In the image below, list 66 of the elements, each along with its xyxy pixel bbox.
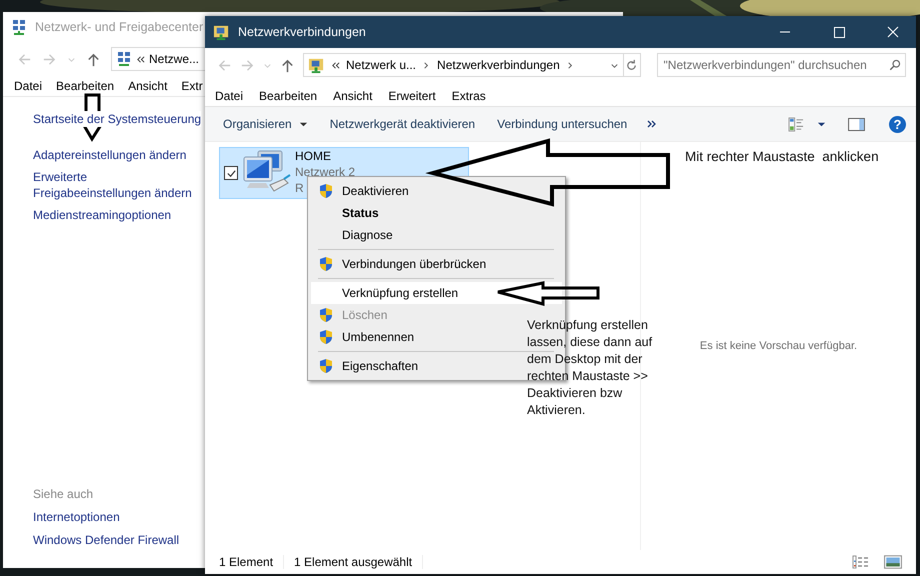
menu-item[interactable]: Ansicht: [128, 79, 168, 93]
double-chevron-icon: [136, 54, 145, 64]
status-text: 1 Element ausgewählt: [294, 555, 424, 569]
network-icon: [116, 51, 132, 67]
window-title: Netzwerkverbindungen: [238, 25, 366, 39]
network-name: Netzwerk 2: [295, 164, 356, 180]
menu-item[interactable]: Extr: [181, 79, 203, 93]
section-heading: Siehe auch: [33, 486, 94, 502]
menu-item[interactable]: Diagnose: [311, 224, 401, 246]
menu-item[interactable]: Umbenennen: [311, 326, 422, 348]
menu-item[interactable]: Datei: [14, 79, 42, 93]
sidebar-link[interactable]: Windows Defender Firewall: [33, 532, 208, 548]
shield-icon: [319, 358, 333, 374]
status-text: 1 Element: [219, 555, 284, 569]
menu-item[interactable]: Verbindungen überbrücken: [311, 253, 494, 275]
caret-icon: [298, 120, 308, 128]
sidebar-link[interactable]: Medienstreamingoptionen: [33, 207, 208, 223]
menu-item[interactable]: Bearbeiten: [259, 89, 318, 103]
network-icon: [11, 19, 27, 35]
menu-item[interactable]: Datei: [215, 89, 244, 103]
sidebar-link[interactable]: Erweiterte Freigabeeinstellungen ändern: [33, 169, 208, 201]
large-icons-view-icon[interactable]: [884, 555, 902, 569]
toolbar-button[interactable]: Organisieren: [213, 114, 318, 134]
menu-item[interactable]: Verknüpfung erstellen: [311, 282, 562, 304]
annotation-text: Mit rechter Maustaste anklicken: [685, 148, 879, 165]
menu-item[interactable]: Erweitert: [388, 89, 436, 103]
search-icon: [888, 59, 901, 71]
toolbar-button[interactable]: Verbindung untersuchen: [487, 114, 638, 134]
network-folder-icon: [213, 24, 230, 40]
help-button[interactable]: ?: [889, 116, 906, 132]
sidebar-link[interactable]: Internetoptionen: [33, 509, 208, 525]
double-chevron-icon: [647, 119, 658, 129]
breadcrumb-item[interactable]: Netzwerkverbindungen: [437, 58, 560, 72]
shield-icon: [319, 329, 333, 345]
checkbox[interactable]: [224, 166, 238, 180]
menu-item[interactable]: Bearbeiten: [56, 79, 114, 93]
breadcrumb-item[interactable]: Netzwerk u...: [346, 58, 416, 72]
details-view-icon[interactable]: [852, 555, 870, 569]
chevron-icon[interactable]: [566, 60, 575, 70]
sidebar-link[interactable]: Adaptereinstellungen ändern: [33, 147, 208, 163]
menu-item[interactable]: Eigenschaften: [311, 355, 426, 377]
shield-icon: [319, 256, 333, 272]
menu-item[interactable]: Ansicht: [333, 89, 372, 103]
menu-item[interactable]: Status: [311, 202, 387, 224]
up-icon[interactable]: [280, 58, 295, 72]
refresh-button[interactable]: [622, 53, 641, 77]
preview-message: Es ist keine Vorschau verfügbar.: [700, 340, 858, 352]
double-chevron-icon: [331, 60, 340, 70]
address-bar[interactable]: Netzwerk u... Netzwerkverbindungen: [303, 53, 624, 77]
network-folder-icon: [308, 56, 325, 74]
toolbar-button[interactable]: Netzwerkgerät deaktivieren: [320, 114, 486, 134]
shield-icon: [319, 307, 333, 323]
menu-item[interactable]: Deaktivieren: [311, 180, 417, 202]
search-field[interactable]: "Netzwerkverbindungen" durchsuchen: [656, 53, 906, 77]
view-options-icon[interactable]: [788, 116, 805, 132]
connection-name: HOME: [295, 148, 331, 164]
caret-icon[interactable]: [817, 120, 826, 128]
annotation-text: Verknüpfung erstellen lassen, diese dann auf dem Desktop mit der rechten Maustaste >> Deaktivieren bzw Aktivieren.: [527, 317, 654, 419]
connection-status: R: [295, 180, 304, 196]
menu-item[interactable]: Extras: [452, 89, 486, 103]
refresh-icon: [625, 58, 638, 72]
up-icon[interactable]: [86, 52, 101, 66]
window-title: Netzwerk- und Freigabecenter: [35, 20, 204, 34]
shield-icon: [319, 183, 333, 199]
preview-pane-icon[interactable]: [848, 118, 865, 130]
sidebar-link[interactable]: Startseite der Systemsteuerung: [33, 111, 202, 127]
